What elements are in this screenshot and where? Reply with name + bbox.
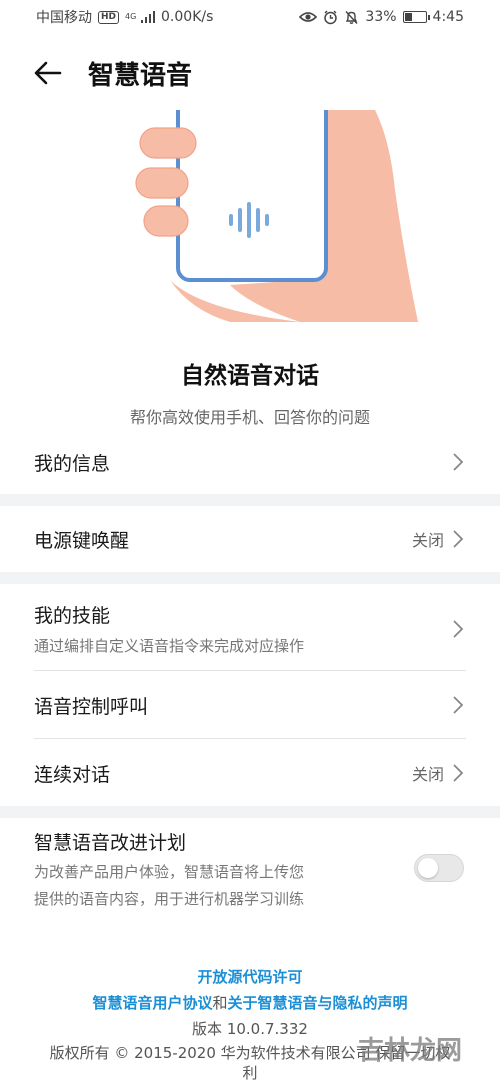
continuous-dialog-label: 连续对话 — [34, 763, 111, 786]
eye-comfort-icon — [299, 12, 318, 22]
toggle-knob — [418, 858, 438, 878]
battery-icon — [402, 11, 430, 23]
improvement-plan-description-1: 为改善产品用户体验，智慧语音将上传您 — [34, 863, 305, 881]
voice-call-label: 语音控制呼叫 — [34, 695, 149, 718]
feature-subtitle: 帮你高效使用手机、回答你的问题 — [129, 408, 370, 427]
improvement-plan-row: 智慧语音改进计划 为改善产品用户体验，智慧语音将上传您 提供的语音内容，用于进行… — [0, 828, 500, 912]
status-left: 中国移动 HD 4G 0.00K/s — [36, 7, 213, 27]
network-type: 4G — [125, 12, 137, 21]
signal-icon — [141, 11, 156, 23]
my-skills-right — [452, 619, 464, 639]
my-info-row[interactable]: 我的信息 — [0, 440, 500, 484]
continuous-dialog-row[interactable]: 连续对话 关闭 — [0, 748, 500, 798]
phone-in-hand-illustration — [135, 110, 418, 322]
power-key-wake-right: 关闭 — [412, 527, 464, 551]
chevron-right-icon — [453, 764, 464, 782]
continuous-dialog-right: 关闭 — [412, 761, 464, 785]
section-separator — [0, 806, 500, 818]
improvement-plan-text: 智慧语音改进计划 为改善产品用户体验，智慧语音将上传您 提供的语音内容，用于进行… — [34, 828, 304, 913]
row-divider — [34, 670, 466, 671]
feature-title: 自然语音对话 — [181, 363, 319, 389]
clock: 4:45 — [432, 9, 464, 25]
improvement-plan-toggle[interactable] — [414, 854, 464, 882]
power-key-wake-label: 电源键唤醒 — [34, 529, 130, 552]
battery-percent: 33% — [365, 9, 397, 25]
hero-illustration — [0, 110, 500, 340]
network-speed: 0.00K/s — [161, 9, 214, 25]
chevron-right-icon — [453, 620, 464, 638]
back-button[interactable] — [28, 53, 68, 93]
and-text: 和 — [212, 994, 228, 1012]
status-bar: 中国移动 HD 4G 0.00K/s 33% 4:45 — [0, 0, 500, 34]
continuous-dialog-value: 关闭 — [411, 765, 444, 784]
row-divider — [34, 738, 466, 739]
chevron-right-icon — [453, 530, 464, 548]
my-skills-row[interactable]: 我的技能 通过编排自定义语音指令来完成对应操作 — [0, 596, 500, 662]
my-skills-text: 我的技能 通过编排自定义语音指令来完成对应操作 — [34, 601, 304, 658]
chevron-right-icon — [453, 696, 464, 714]
power-key-wake-value: 关闭 — [411, 531, 444, 550]
my-skills-label: 我的技能 — [34, 604, 111, 627]
watermark: 吉林龙网 — [357, 1036, 462, 1066]
power-key-wake-row[interactable]: 电源键唤醒 关闭 — [0, 514, 500, 564]
page-title: 智慧语音 — [88, 60, 193, 91]
my-info-label: 我的信息 — [34, 452, 111, 475]
agreement-links: 智慧语音用户协议和关于智慧语音与隐私的声明 — [0, 992, 500, 1013]
chevron-right-icon — [453, 453, 464, 471]
alarm-icon — [324, 10, 338, 24]
hd-badge: HD — [98, 10, 120, 24]
improvement-plan-label: 智慧语音改进计划 — [34, 832, 187, 854]
improvement-plan-description-2: 提供的语音内容，用于进行机器学习训练 — [34, 890, 305, 908]
status-right: 33% 4:45 — [299, 9, 464, 25]
section-separator — [0, 572, 500, 584]
voice-call-right — [452, 695, 464, 715]
section-separator — [0, 494, 500, 506]
mute-bell-icon — [345, 10, 358, 24]
battery-level — [404, 13, 412, 21]
carrier-name: 中国移动 — [36, 10, 92, 26]
my-info-right — [452, 452, 464, 472]
my-skills-description: 通过编排自定义语音指令来完成对应操作 — [34, 636, 305, 655]
user-agreement-link[interactable]: 智慧语音用户协议 — [92, 994, 212, 1012]
title-bar: 智慧语音 — [0, 44, 500, 102]
voice-call-row[interactable]: 语音控制呼叫 — [0, 680, 500, 730]
back-arrow-icon — [34, 61, 62, 85]
open-source-license-link[interactable]: 开放源代码许可 — [0, 966, 500, 987]
privacy-statement-link[interactable]: 关于智慧语音与隐私的声明 — [228, 994, 408, 1012]
